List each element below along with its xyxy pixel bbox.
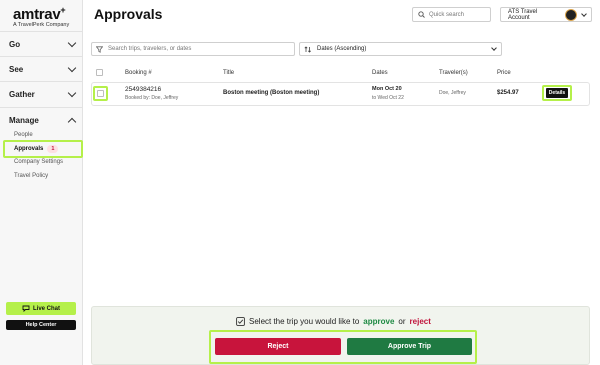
booking-number: 2549384216 xyxy=(125,86,162,93)
brand-name: amtrav+ xyxy=(13,5,66,23)
column-header-dates: Dates xyxy=(372,70,388,76)
account-name: ATS Travel Account xyxy=(508,8,538,21)
chat-icon xyxy=(22,305,30,312)
avatar xyxy=(565,8,577,21)
reject-button[interactable]: Reject xyxy=(215,338,341,355)
nav-section-label: See xyxy=(9,64,24,74)
nav-section-go[interactable]: Go xyxy=(0,31,83,56)
trip-date-end: to Wed Oct 22 xyxy=(372,95,404,101)
checkbox-check-icon xyxy=(236,317,245,326)
sort-icon xyxy=(304,45,311,53)
sidebar: amtrav+ A TravelPerk Company Go See Gath… xyxy=(0,0,83,365)
trip-travelers: Doe, Jeffrey xyxy=(439,90,466,96)
nav-section-see[interactable]: See xyxy=(0,56,83,81)
sidebar-item-company-settings[interactable]: Company Settings xyxy=(14,159,63,165)
nav-section-label: Gather xyxy=(9,89,35,99)
live-chat-label: Live Chat xyxy=(32,305,60,312)
nav-section-gather[interactable]: Gather xyxy=(0,81,83,106)
trip-search-placeholder: Search trips, travelers, or dates xyxy=(108,46,192,52)
details-button-highlight: Details xyxy=(542,85,572,101)
details-button[interactable]: Details xyxy=(545,88,569,98)
column-header-travelers: Traveler(s) xyxy=(439,70,468,76)
page-title: Approvals xyxy=(94,6,163,22)
approve-trip-button[interactable]: Approve Trip xyxy=(347,338,472,355)
sidebar-item-people[interactable]: People xyxy=(14,132,33,138)
column-header-title: Title xyxy=(223,70,235,76)
help-center-button[interactable]: Help Center xyxy=(6,320,76,330)
trip-date-start: Mon Oct 20 xyxy=(372,86,402,92)
prompt-text: Select the trip you would like to xyxy=(249,317,360,326)
chevron-up-icon xyxy=(67,117,77,126)
live-chat-button[interactable]: Live Chat xyxy=(6,302,76,315)
sort-select[interactable]: Dates (Ascending) xyxy=(299,42,502,56)
brand-logo[interactable]: amtrav+ A TravelPerk Company xyxy=(13,5,69,28)
select-all-checkbox[interactable] xyxy=(96,69,103,76)
chevron-down-icon xyxy=(67,38,77,47)
approvals-count-badge: 1 xyxy=(47,145,59,153)
trip-search-input[interactable]: Search trips, travelers, or dates xyxy=(91,42,295,56)
chevron-down-icon xyxy=(491,45,497,51)
prompt-approve-word: approve xyxy=(363,317,395,326)
nav-section-label: Go xyxy=(9,39,21,49)
nav-section-label: Manage xyxy=(9,115,39,125)
prompt-or-word: or xyxy=(398,317,406,326)
search-icon xyxy=(418,11,425,18)
action-prompt: Select the trip you would like to approv… xyxy=(236,317,431,326)
account-switcher[interactable]: ATS Travel Account xyxy=(500,7,592,22)
chevron-down-icon xyxy=(67,88,77,97)
column-header-price: Price xyxy=(497,70,511,76)
quick-search-input[interactable]: Quick search xyxy=(412,7,491,22)
chevron-down-icon xyxy=(581,10,587,17)
chevron-down-icon xyxy=(67,63,77,72)
filter-icon xyxy=(96,45,103,53)
trip-price: $254.97 xyxy=(497,90,519,96)
app-root: amtrav+ A TravelPerk Company Go See Gath… xyxy=(0,0,600,365)
brand-tagline: A TravelPerk Company xyxy=(13,22,70,28)
trip-title: Boston meeting (Boston meeting) xyxy=(223,90,320,96)
sidebar-item-travel-policy[interactable]: Travel Policy xyxy=(14,173,48,179)
prompt-reject-word: reject xyxy=(409,317,431,326)
row-select-checkbox[interactable] xyxy=(93,86,108,101)
sidebar-item-label: Approvals xyxy=(14,146,44,152)
quick-search-placeholder: Quick search xyxy=(429,11,465,18)
nav-section-manage[interactable]: Manage xyxy=(0,107,83,132)
column-header-booking: Booking # xyxy=(125,70,152,76)
sidebar-item-approvals[interactable]: Approvals 1 xyxy=(3,140,83,158)
booked-by: Booked by: Doe, Jeffrey xyxy=(125,95,179,101)
sort-value: Dates (Ascending) xyxy=(317,46,367,52)
